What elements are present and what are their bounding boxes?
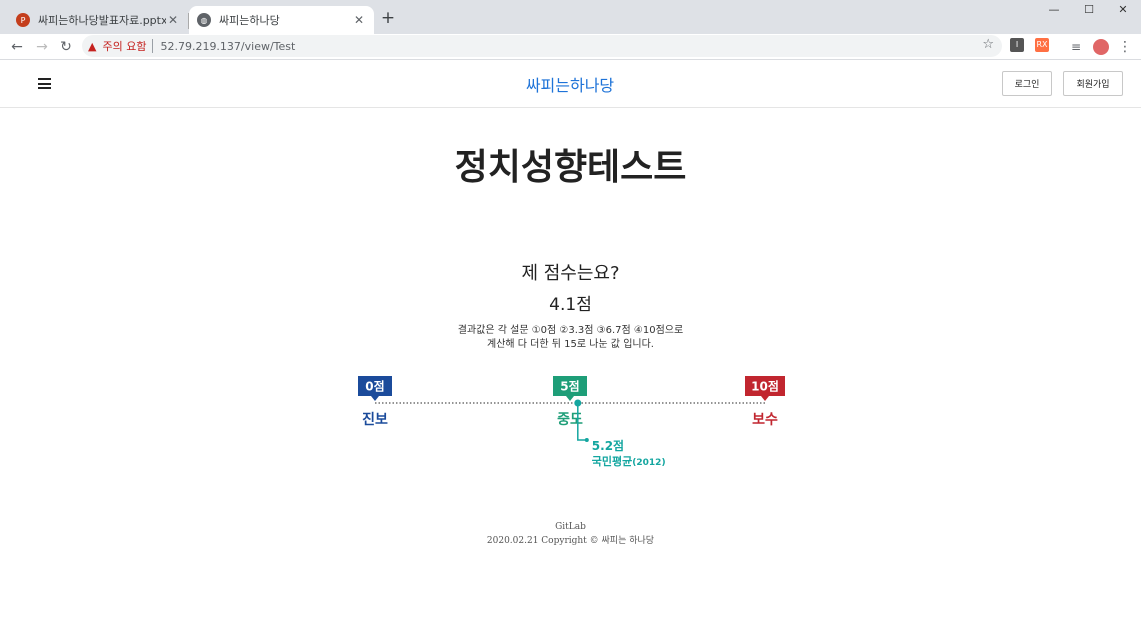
score-explanation: 결과값은 각 설문 ①0점 ②3.3점 ③6.7점 ④10점으로 계산해 다 더… <box>0 324 1141 352</box>
page-title: 정치성향테스트 <box>454 147 687 188</box>
globe-icon: ◍ <box>197 13 211 27</box>
scale-badge-text: 0점 <box>365 379 384 394</box>
browser-chrome: P 싸피는하나당발표자료.pptx - Mi ✕ ◍ 싸피는하나당 ✕ + — … <box>0 0 1141 60</box>
extension-icon[interactable]: RX <box>1035 38 1049 52</box>
media-control-icon[interactable]: ≡ <box>1066 37 1086 57</box>
footer-copyright: 2020.02.21 Copyright © 싸피는 하나당 <box>486 536 655 546</box>
scale-label: 보수 <box>752 412 778 428</box>
new-tab-button[interactable]: + <box>380 8 396 28</box>
average-label: 국민평균(2012) <box>592 454 666 468</box>
forward-button[interactable]: → <box>32 37 52 57</box>
tab-title: 싸피는하나당발표자료.pptx - Mi <box>38 14 166 27</box>
address-bar[interactable]: ▲ 주의 요함 52.79.219.137/view/Test ☆ <box>82 35 1002 57</box>
warning-icon: ▲ <box>88 39 97 53</box>
average-year: (2012) <box>632 458 665 468</box>
minimize-button[interactable]: — <box>1036 0 1072 20</box>
maximize-button[interactable]: ☐ <box>1071 0 1107 20</box>
badge-pointer <box>761 396 769 401</box>
site-brand[interactable]: 싸피는하나당 <box>470 72 670 96</box>
close-icon[interactable]: ✕ <box>352 13 366 27</box>
badge-pointer <box>566 396 574 401</box>
footer-gitlab[interactable]: GitLab <box>0 520 1141 534</box>
tab-strip: P 싸피는하나당발표자료.pptx - Mi ✕ ◍ 싸피는하나당 ✕ + — … <box>0 0 1141 34</box>
extension-icon[interactable]: I <box>1010 38 1024 52</box>
explanation-line: 계산해 다 더한 뒤 15로 나눈 값 입니다. <box>487 339 654 350</box>
result-score: 4.1점 <box>549 295 592 315</box>
scale-label: 진보 <box>362 411 388 428</box>
menu-kebab-icon[interactable]: ⋮ <box>1115 37 1135 57</box>
tab-title: 싸피는하나당 <box>219 14 280 27</box>
signup-button[interactable]: 회원가입 <box>1063 71 1123 96</box>
result-question: 제 점수는요? <box>521 263 620 284</box>
political-scale: 0점진보 5점중도 10점보수 5.2점국민평균(2012) <box>358 376 785 468</box>
reload-button[interactable]: ↻ <box>56 37 76 57</box>
powerpoint-icon: P <box>16 13 30 27</box>
site-navbar: 싸피는하나당 로그인 회원가입 <box>0 60 1141 108</box>
avatar[interactable] <box>1091 37 1111 57</box>
bookmark-star-icon[interactable]: ☆ <box>982 37 994 52</box>
browser-toolbar: ← → ↻ ▲ 주의 요함 52.79.219.137/view/Test ☆ … <box>0 34 1141 60</box>
security-warning[interactable]: 주의 요함 <box>102 38 146 54</box>
scale-badge-text: 5점 <box>560 379 579 394</box>
url-text[interactable]: 52.79.219.137/view/Test <box>160 40 295 53</box>
omnibox-divider <box>152 39 154 53</box>
badge-pointer <box>371 396 379 401</box>
average-score: 5.2점 <box>592 438 624 453</box>
close-icon[interactable]: ✕ <box>166 13 180 27</box>
explanation-line: 결과값은 각 설문 ①0점 ②3.3점 ③6.7점 ④10점으로 <box>457 325 684 336</box>
average-leader-dot <box>584 438 589 442</box>
tab-site[interactable]: ◍ 싸피는하나당 ✕ <box>189 6 374 34</box>
scale-badge-text: 10점 <box>751 379 779 394</box>
scale-label: 중도 <box>557 412 583 428</box>
hamburger-menu-icon[interactable] <box>38 78 51 89</box>
back-button[interactable]: ← <box>7 37 27 57</box>
tab-pptx[interactable]: P 싸피는하나당발표자료.pptx - Mi ✕ <box>8 6 188 34</box>
window-close-button[interactable]: ✕ <box>1105 0 1141 20</box>
footer: GitLab 2020.02.21 Copyright © 싸피는 하나당 <box>0 520 1141 548</box>
login-button[interactable]: 로그인 <box>1002 71 1052 96</box>
